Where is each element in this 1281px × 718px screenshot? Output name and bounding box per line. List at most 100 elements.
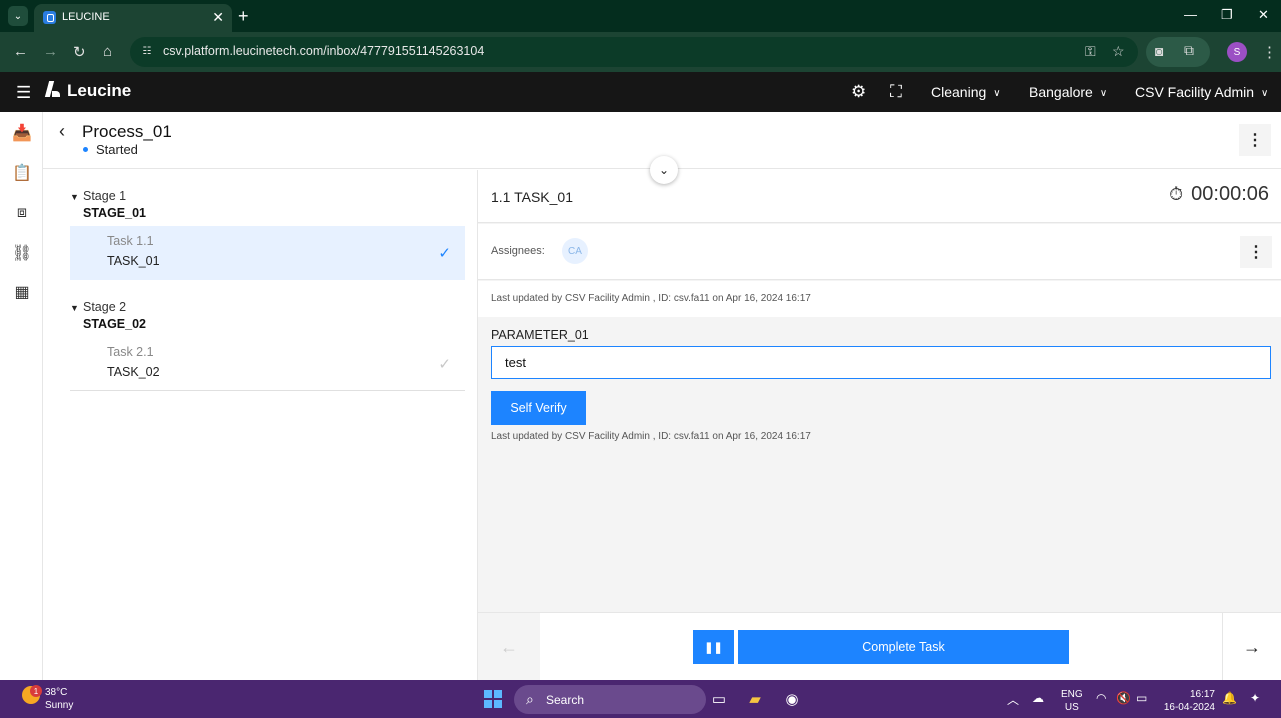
- chevron-down-icon: ∨: [1099, 88, 1108, 99]
- back-chevron-icon[interactable]: ‹: [59, 121, 65, 142]
- process-status: Started: [83, 142, 138, 157]
- onedrive-cloud-icon[interactable]: ☁: [1032, 691, 1044, 705]
- tray-overflow-chevron-icon[interactable]: ︿: [1007, 691, 1019, 708]
- restore-icon[interactable]: ❐: [1221, 7, 1233, 23]
- task-footer: ← ❚❚ Complete Task →: [478, 612, 1281, 681]
- stage-name: STAGE_01: [83, 206, 146, 220]
- lang-line1: ENG: [1061, 689, 1083, 700]
- stage-name: STAGE_02: [83, 317, 146, 331]
- brand-logo[interactable]: Leucine: [45, 81, 131, 101]
- left-nav-sidebar: 📥 📋 ⧈ ⛓ ▦: [0, 112, 43, 680]
- search-icon: ⌕: [526, 691, 534, 707]
- process-more-menu-icon[interactable]: ⋮: [1239, 124, 1271, 156]
- close-tab-icon[interactable]: ✕: [212, 9, 224, 26]
- self-verify-button[interactable]: Self Verify: [491, 391, 586, 425]
- task-item-1-1[interactable]: Task 1.1 TASK_01 ✓: [70, 226, 465, 280]
- forward-arrow-icon[interactable]: →: [43, 43, 58, 60]
- task-last-updated: Last updated by CSV Facility Admin , ID:…: [491, 293, 811, 304]
- notification-bell-icon[interactable]: 🔔: [1222, 691, 1237, 705]
- hamburger-menu-icon[interactable]: ☰: [16, 83, 31, 103]
- check-icon: ✓: [438, 245, 451, 262]
- extensions-group: ◙ ⧉: [1146, 37, 1210, 67]
- copilot-icon[interactable]: ✦: [1250, 691, 1260, 705]
- reload-icon[interactable]: ↻: [73, 43, 86, 61]
- stage-number: Stage 2: [83, 300, 127, 314]
- extensions-puzzle-icon[interactable]: ⧉: [1184, 42, 1194, 59]
- qr-scan-icon[interactable]: ⛶: [890, 82, 902, 102]
- browser-menu-icon[interactable]: ⋮: [1262, 43, 1277, 61]
- url-text[interactable]: csv.platform.leucinetech.com/inbox/47779…: [163, 44, 484, 58]
- browser-tab[interactable]: LEUCINE ✕: [34, 4, 232, 32]
- new-tab-icon[interactable]: +: [238, 6, 249, 27]
- user-menu-dropdown[interactable]: CSV Facility Admin ∨: [1135, 84, 1268, 100]
- stage-number: Stage 1: [83, 189, 127, 203]
- facility-dropdown[interactable]: Bangalore ∨: [1029, 84, 1107, 100]
- user-name: CSV Facility Admin: [1135, 84, 1255, 100]
- parameter-label: PARAMETER_01: [491, 328, 589, 342]
- os-taskbar: 1 38°C Sunny ⌕ Search ▭ ▰ ◉ ︿ ☁ ENG US ◠…: [0, 680, 1281, 718]
- system-clock[interactable]: 16:17 16-04-2024: [1163, 688, 1215, 714]
- reports-icon[interactable]: ▦: [12, 282, 32, 302]
- task-view-icon[interactable]: ▭: [708, 688, 730, 710]
- wifi-icon[interactable]: ◠: [1096, 691, 1106, 705]
- password-key-icon[interactable]: ⚿: [1085, 43, 1096, 60]
- task-last-updated-row: Last updated by CSV Facility Admin , ID:…: [478, 281, 1281, 317]
- ontology-icon[interactable]: ⧈: [12, 203, 32, 223]
- parameter-last-updated: Last updated by CSV Facility Admin , ID:…: [491, 431, 811, 442]
- caret-down-icon[interactable]: ▼: [70, 303, 79, 313]
- parameter-input[interactable]: [491, 346, 1271, 379]
- address-bar[interactable]: ☷ csv.platform.leucinetech.com/inbox/477…: [130, 37, 1138, 67]
- pause-button[interactable]: ❚❚: [693, 630, 734, 664]
- home-icon[interactable]: ⌂: [103, 43, 112, 60]
- collapse-header-chevron-icon[interactable]: ⌄: [650, 156, 678, 184]
- task-more-menu-icon[interactable]: ⋮: [1240, 236, 1272, 268]
- minimize-icon[interactable]: —: [1184, 7, 1197, 22]
- next-task-arrow-icon[interactable]: →: [1222, 613, 1281, 681]
- task-timer: ⏱ 00:00:06: [1169, 183, 1269, 206]
- hierarchy-icon[interactable]: ⛓: [12, 243, 32, 263]
- task-header: 1.1 TASK_01 ⏱ 00:00:06: [478, 170, 1281, 223]
- camera-icon[interactable]: ◙: [1155, 43, 1163, 59]
- weather-badge: 1: [30, 685, 42, 697]
- file-explorer-icon[interactable]: ▰: [744, 688, 766, 710]
- assignees-label: Assignees:: [491, 245, 545, 257]
- chevron-down-icon: ∨: [993, 88, 1001, 99]
- lang-line2: US: [1064, 702, 1079, 713]
- status-dot-icon: [83, 147, 88, 152]
- status-text: Started: [96, 142, 138, 157]
- task-item-2-1[interactable]: Task 2.1 TASK_02 ✓: [70, 337, 465, 391]
- search-label: Search: [546, 693, 585, 707]
- windows-start-icon[interactable]: [484, 690, 502, 708]
- taskbar-search[interactable]: ⌕ Search: [514, 685, 706, 714]
- tab-search-chevron-icon[interactable]: ⌄: [8, 6, 28, 26]
- stopwatch-icon: ⏱: [1169, 184, 1184, 204]
- weather-desc[interactable]: Sunny: [45, 700, 73, 711]
- facility-label: Bangalore: [1029, 84, 1093, 100]
- task-number: Task 1.1: [107, 234, 154, 248]
- bookmark-star-icon[interactable]: ☆: [1112, 43, 1125, 60]
- task-number: Task 2.1: [107, 345, 154, 359]
- volume-muted-icon[interactable]: 🔇: [1116, 691, 1131, 705]
- complete-task-button[interactable]: Complete Task: [738, 630, 1069, 664]
- task-name: TASK_01: [107, 254, 160, 268]
- weather-temp[interactable]: 38°C: [45, 687, 67, 698]
- site-info-icon[interactable]: ☷: [140, 45, 154, 57]
- previous-task-arrow-icon[interactable]: ←: [478, 613, 540, 681]
- assignee-avatar[interactable]: CA: [562, 238, 588, 264]
- window-close-icon[interactable]: ✕: [1258, 7, 1269, 23]
- settings-gear-icon[interactable]: ⚙: [851, 82, 866, 102]
- use-case-dropdown[interactable]: Cleaning ∨: [931, 84, 1001, 100]
- caret-down-icon[interactable]: ▼: [70, 192, 79, 202]
- back-arrow-icon[interactable]: ←: [13, 43, 28, 60]
- profile-avatar[interactable]: S: [1227, 42, 1247, 62]
- clock-time: 16:17: [1189, 689, 1215, 700]
- task-title: 1.1 TASK_01: [491, 189, 573, 205]
- checklist-icon[interactable]: 📋: [12, 163, 32, 183]
- battery-icon[interactable]: ▭: [1136, 691, 1147, 705]
- task-detail-pane: 1.1 TASK_01 ⏱ 00:00:06 Assignees: CA ⋮ La…: [478, 170, 1281, 681]
- use-case-label: Cleaning: [931, 84, 987, 100]
- chrome-icon[interactable]: ◉: [781, 688, 803, 710]
- language-indicator[interactable]: ENG US: [1061, 688, 1083, 714]
- check-icon: ✓: [438, 356, 451, 373]
- inbox-icon[interactable]: 📥: [12, 123, 32, 143]
